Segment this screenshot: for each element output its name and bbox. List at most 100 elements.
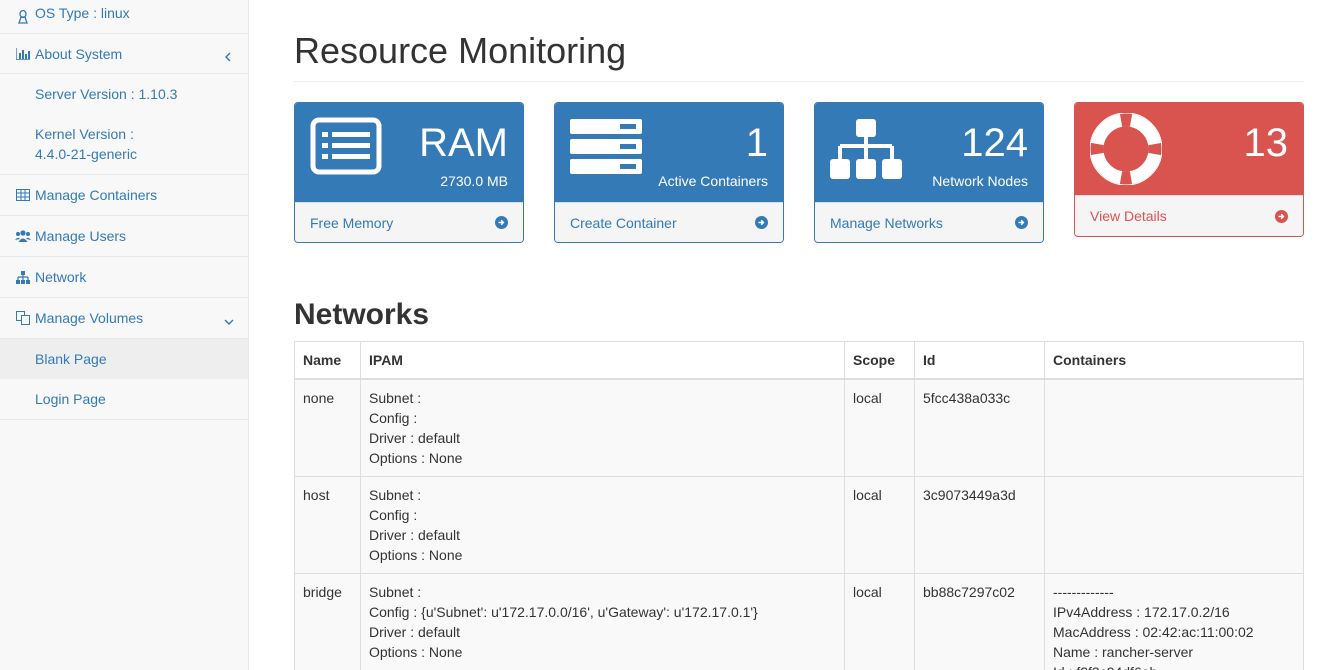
page-title: Resource Monitoring	[294, 30, 627, 71]
ipam-config: Config :	[369, 507, 418, 523]
arrow-circle-right-icon	[1275, 209, 1288, 223]
containers-panel: 1 Active Containers Create Container	[554, 102, 784, 243]
ipam-driver: Driver : default	[369, 527, 461, 543]
panel-heading: 1 Active Containers	[555, 103, 783, 202]
containers-label: Active Containers	[658, 173, 768, 189]
sidebar-item-label: Manage Containers	[35, 187, 158, 203]
sidebar-item-blank-page[interactable]: Blank Page	[0, 339, 248, 379]
network-ipam: Subnet : Config : {u'Subnet': u'172.17.0…	[360, 573, 845, 670]
sidebar-item-label: About System	[35, 45, 123, 62]
network-id: 5fcc438a033c	[914, 378, 1045, 477]
ipam-config: Config :	[369, 410, 418, 426]
network-containers: ------------- IPv4Address : 172.17.0.2/1…	[1044, 573, 1304, 670]
column-header: Scope	[844, 341, 915, 380]
panel-link-label: Free Memory	[310, 214, 394, 231]
network-scope: local	[844, 476, 915, 574]
panel-link-label: View Details	[1090, 208, 1167, 224]
users-icon	[15, 228, 31, 244]
table-icon	[15, 187, 31, 203]
sidebar-item-manage-users[interactable]: Manage Users	[0, 216, 248, 257]
container-name: Name : rancher-server	[1053, 644, 1194, 660]
ipam-options: Options : None	[369, 644, 463, 660]
table-row: host Subnet : Config : Driver : default …	[294, 476, 1304, 574]
ram-value: RAM	[419, 121, 508, 165]
arrow-circle-right-icon	[755, 216, 768, 229]
table-row: bridge Subnet : Config : {u'Subnet': u'1…	[294, 573, 1304, 670]
sidebar-item-manage-containers[interactable]: Manage Containers	[0, 175, 248, 216]
arrow-circle-right-icon	[1015, 216, 1028, 229]
network-ipam: Subnet : Config : Driver : default Optio…	[360, 476, 845, 574]
life-ring-icon	[1089, 112, 1163, 188]
ipam-driver: Driver : default	[369, 430, 461, 446]
ram-panel: RAM 2730.0 MB Free Memory	[294, 102, 524, 243]
ram-label: 2730.0 MB	[440, 173, 508, 189]
network-id: bb88c7297c02	[914, 573, 1045, 670]
sidebar: OS Type : linux About System Server Vers…	[0, 0, 249, 670]
sidebar-item-about-system[interactable]: About System	[0, 34, 248, 74]
ipam-subnet: Subnet :	[369, 487, 422, 503]
sitemap-icon	[15, 269, 31, 285]
view-details-link[interactable]: View Details	[1075, 195, 1303, 236]
chevron-left-icon[interactable]	[224, 49, 234, 61]
kernel-version[interactable]: Kernel Version : 4.4.0-21-generic	[0, 124, 200, 164]
network-containers	[1044, 476, 1304, 574]
network-containers	[1044, 378, 1304, 477]
linux-icon	[15, 9, 31, 25]
network-scope: local	[844, 573, 915, 670]
arrow-circle-right-icon	[495, 216, 508, 229]
ipam-subnet: Subnet :	[369, 390, 422, 406]
networks-table: Name IPAM Scope Id Containers none Subne…	[294, 341, 1304, 670]
column-header: Id	[914, 341, 1045, 380]
panel-heading: 124 Network Nodes	[815, 103, 1043, 202]
network-name: host	[294, 476, 361, 574]
title-divider	[294, 81, 1304, 82]
sidebar-item-network[interactable]: Network	[0, 257, 248, 298]
sidebar-item-label: Network	[35, 269, 87, 285]
sidebar-item-label: Manage Users	[35, 228, 127, 244]
list-alt-icon	[310, 117, 382, 178]
ipam-driver: Driver : default	[369, 624, 461, 640]
create-container-link[interactable]: Create Container	[555, 202, 783, 242]
network-nodes-count: 124	[961, 121, 1028, 165]
panel-link-label: Manage Networks	[830, 214, 943, 231]
panel-heading: RAM 2730.0 MB	[295, 103, 523, 202]
ipam-subnet: Subnet :	[369, 584, 422, 600]
container-mac: MacAddress : 02:42:ac:11:00:02	[1053, 624, 1254, 640]
panel-link-label: Create Container	[570, 214, 677, 231]
panel-heading: 13	[1075, 103, 1303, 195]
sidebar-item-manage-volumes[interactable]: Manage Volumes	[0, 298, 248, 339]
server-icon	[570, 119, 642, 178]
sidebar-item-login-page[interactable]: Login Page	[0, 379, 248, 420]
network-id: 3c9073449a3d	[914, 476, 1045, 574]
sidebar-item-label: Manage Volumes	[35, 310, 144, 326]
network-name: none	[294, 378, 361, 477]
networks-title: Networks	[294, 298, 430, 331]
container-ipv4: IPv4Address : 172.17.0.2/16	[1053, 604, 1230, 620]
network-ipam: Subnet : Config : Driver : default Optio…	[360, 378, 845, 477]
free-memory-link[interactable]: Free Memory	[295, 202, 523, 242]
ipam-config: Config : {u'Subnet': u'172.17.0.0/16', u…	[369, 604, 758, 620]
sitemap-icon	[830, 119, 902, 184]
table-header-row: Name IPAM Scope Id Containers	[294, 341, 1304, 380]
network-nodes-label: Network Nodes	[932, 173, 1028, 189]
support-panel: 13 View Details	[1074, 102, 1304, 237]
network-name: bridge	[294, 573, 361, 670]
network-nodes-panel: 124 Network Nodes Manage Networks	[814, 102, 1044, 243]
copy-icon	[15, 310, 31, 326]
container-id: Id : f2f3c94df6ab	[1053, 662, 1295, 670]
ipam-options: Options : None	[369, 450, 463, 466]
column-header: Name	[294, 341, 361, 380]
server-version[interactable]: Server Version : 1.10.3	[0, 84, 248, 104]
container-separator: -------------	[1053, 584, 1114, 600]
column-header: Containers	[1044, 341, 1304, 380]
sidebar-item-os-type[interactable]: OS Type : linux	[0, 0, 248, 34]
manage-networks-link[interactable]: Manage Networks	[815, 202, 1043, 242]
ipam-options: Options : None	[369, 547, 463, 563]
bar-chart-icon	[15, 46, 31, 62]
chevron-down-icon[interactable]	[224, 313, 234, 325]
column-header: IPAM	[360, 341, 845, 380]
table-row: none Subnet : Config : Driver : default …	[294, 378, 1304, 477]
support-count: 13	[1243, 121, 1289, 165]
containers-count: 1	[745, 121, 768, 165]
sidebar-item-label: OS Type : linux	[35, 4, 130, 21]
